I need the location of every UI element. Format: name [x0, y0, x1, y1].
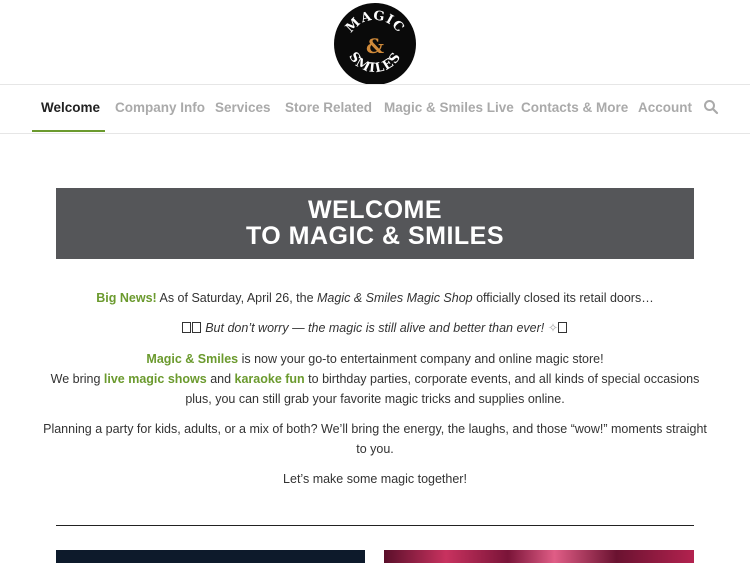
- emoji-placeholder-icon: [558, 322, 568, 333]
- news-paragraph: Big News! As of Saturday, April 26, the …: [40, 288, 710, 308]
- active-nav-indicator: [32, 130, 105, 132]
- bring-and: and: [206, 372, 235, 386]
- bring-text: We bring: [50, 372, 104, 386]
- bring-text-end: to birthday parties, corporate events, a…: [304, 372, 700, 386]
- header-logo-bar: MAGIC & SMILES: [0, 0, 750, 85]
- magic-and-smiles-logo[interactable]: MAGIC & SMILES: [334, 3, 416, 85]
- nav-magic-smiles-live[interactable]: Magic & Smiles Live: [384, 85, 514, 132]
- planning-paragraph: Planning a party for kids, adults, or a …: [40, 419, 710, 459]
- banner-title-line2: TO MAGIC & SMILES: [245, 222, 505, 250]
- section-divider: [56, 525, 694, 526]
- nav-services[interactable]: Services: [215, 85, 271, 132]
- brand-text: is now your go-to entertainment company …: [238, 352, 604, 366]
- feature-image-left[interactable]: [56, 550, 365, 563]
- news-text: As of Saturday, April 26, the: [156, 291, 317, 305]
- brand-name: Magic & Smiles: [146, 352, 239, 366]
- nav-account[interactable]: Account: [638, 85, 692, 132]
- sparkle-icon: ✧: [547, 321, 559, 335]
- worry-paragraph: But don’t worry — the magic is still ali…: [40, 318, 710, 338]
- live-magic-shows-highlight: live magic shows: [103, 372, 207, 386]
- logo-badge: MAGIC & SMILES: [335, 4, 415, 84]
- emoji-placeholder-icon: [191, 322, 201, 333]
- closing-paragraph: Let’s make some magic together!: [283, 472, 467, 486]
- worry-text: But don’t worry — the magic is still ali…: [201, 321, 548, 335]
- logo-ampersand: &: [366, 34, 384, 58]
- main-navigation: Welcome Company Info Services Store Rela…: [0, 84, 750, 134]
- nav-contacts-more[interactable]: Contacts & More: [521, 85, 628, 132]
- planning-text-end: to you.: [356, 442, 394, 456]
- nav-welcome[interactable]: Welcome: [41, 85, 100, 132]
- nav-store-related[interactable]: Store Related: [285, 85, 372, 132]
- bring-text-line3: plus, you can still grab your favorite m…: [185, 392, 565, 406]
- feature-image-right[interactable]: [384, 550, 694, 563]
- welcome-banner: WELCOME TO MAGIC & SMILES: [56, 188, 694, 259]
- banner-title-line1: WELCOME: [307, 196, 443, 224]
- big-news-label: Big News!: [96, 291, 157, 305]
- nav-company-info[interactable]: Company Info: [115, 85, 205, 132]
- brand-paragraph: Magic & Smiles is now your go-to enterta…: [40, 349, 710, 409]
- emoji-placeholder-icon: [181, 322, 191, 333]
- planning-text: Planning a party for kids, adults, or a …: [43, 422, 707, 436]
- news-text-end: officially closed its retail doors…: [472, 291, 654, 305]
- search-icon[interactable]: [703, 99, 719, 115]
- news-shop-name: Magic & Smiles Magic Shop: [317, 291, 473, 305]
- karaoke-fun-highlight: karaoke fun: [234, 372, 305, 386]
